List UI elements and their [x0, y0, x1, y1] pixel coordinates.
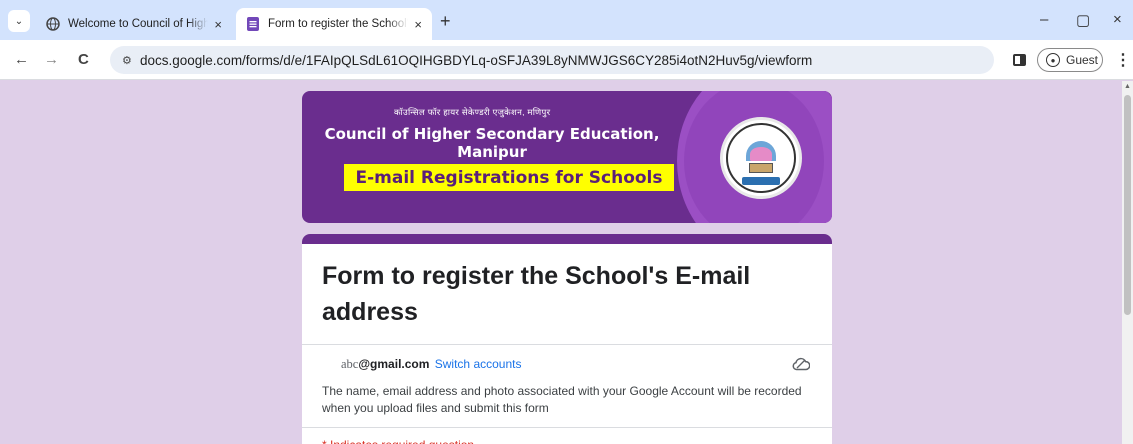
tab-title: Form to register the School's E-	[268, 18, 408, 30]
person-icon: ●	[1046, 53, 1060, 67]
scrollbar-thumb[interactable]	[1124, 95, 1131, 315]
site-info-icon[interactable]: ⚙	[122, 54, 132, 67]
header-council-name: Council of Higher Secondary Education, M…	[324, 125, 660, 161]
tab-title: Welcome to Council of Higher S	[68, 18, 209, 30]
account-row: abc@gmail.com Switch accounts	[302, 345, 832, 377]
book-icon	[749, 163, 773, 173]
form-header-image: कॉउन्सिल फॉर हायर सेकेण्डरी एजुकेशन, मणि…	[302, 91, 832, 223]
lotus-icon	[750, 147, 772, 161]
reload-icon[interactable]: C	[78, 51, 89, 68]
address-bar[interactable]: docs.google.com/forms/d/e/1FAIpQLSdL61OQ…	[110, 46, 994, 74]
form-header-card: Form to register the School's E-mail add…	[302, 234, 832, 444]
menu-icon[interactable]: ⋮	[1115, 50, 1131, 70]
required-note: * Indicates required question	[302, 428, 832, 444]
seal-ring	[726, 123, 796, 193]
tab-search-button[interactable]: ⌄	[8, 10, 30, 32]
cloud-save-icon	[792, 357, 811, 375]
banner-text: E-mail Registrations for Schools	[355, 167, 663, 188]
profile-button[interactable]: ● Guest	[1037, 48, 1103, 72]
account-prefix: abc	[341, 357, 359, 371]
google-forms-icon	[246, 17, 260, 31]
tab-close-icon[interactable]: ×	[414, 17, 422, 32]
form-title: Form to register the School's E-mail add…	[322, 262, 751, 326]
tab-form-register[interactable]: Form to register the School's E- ×	[236, 8, 432, 40]
ribbon-icon	[742, 177, 780, 185]
restore-icon[interactable]: ▢	[1076, 11, 1090, 29]
side-panel-icon[interactable]	[1013, 54, 1026, 66]
minimize-icon[interactable]: –	[1040, 11, 1048, 28]
window-close-icon[interactable]: ×	[1113, 11, 1122, 28]
back-arrow-icon[interactable]: ←	[14, 51, 29, 68]
council-seal-logo	[720, 117, 802, 199]
header-banner: E-mail Registrations for Schools	[344, 164, 674, 191]
account-email: @gmail.com	[358, 357, 430, 371]
profile-label: Guest	[1066, 53, 1099, 67]
tab-strip: ⌄ Welcome to Council of Higher S × Form …	[0, 0, 1133, 40]
browser-toolbar: ← → C docs.google.com/forms/d/e/1FAIpQLS…	[0, 40, 1133, 80]
theme-stripe	[302, 234, 832, 244]
scroll-up-icon[interactable]: ▲	[1124, 83, 1131, 90]
url-text[interactable]: docs.google.com/forms/d/e/1FAIpQLSdL61OQ…	[140, 53, 812, 68]
switch-accounts-link[interactable]: Switch accounts	[435, 357, 522, 371]
forward-arrow-icon[interactable]: →	[44, 51, 59, 68]
new-tab-button[interactable]: +	[440, 11, 451, 32]
globe-icon	[46, 17, 60, 31]
tab-council-welcome[interactable]: Welcome to Council of Higher S ×	[36, 8, 232, 40]
account-notice: The name, email address and photo associ…	[322, 384, 802, 415]
chevron-down-icon: ⌄	[14, 15, 24, 27]
header-hindi-text: कॉउन्सिल फॉर हायर सेकेण्डरी एजुकेशन, मणि…	[394, 107, 551, 117]
tab-close-icon[interactable]: ×	[214, 17, 222, 32]
page-scrollbar[interactable]: ▲	[1122, 81, 1133, 444]
